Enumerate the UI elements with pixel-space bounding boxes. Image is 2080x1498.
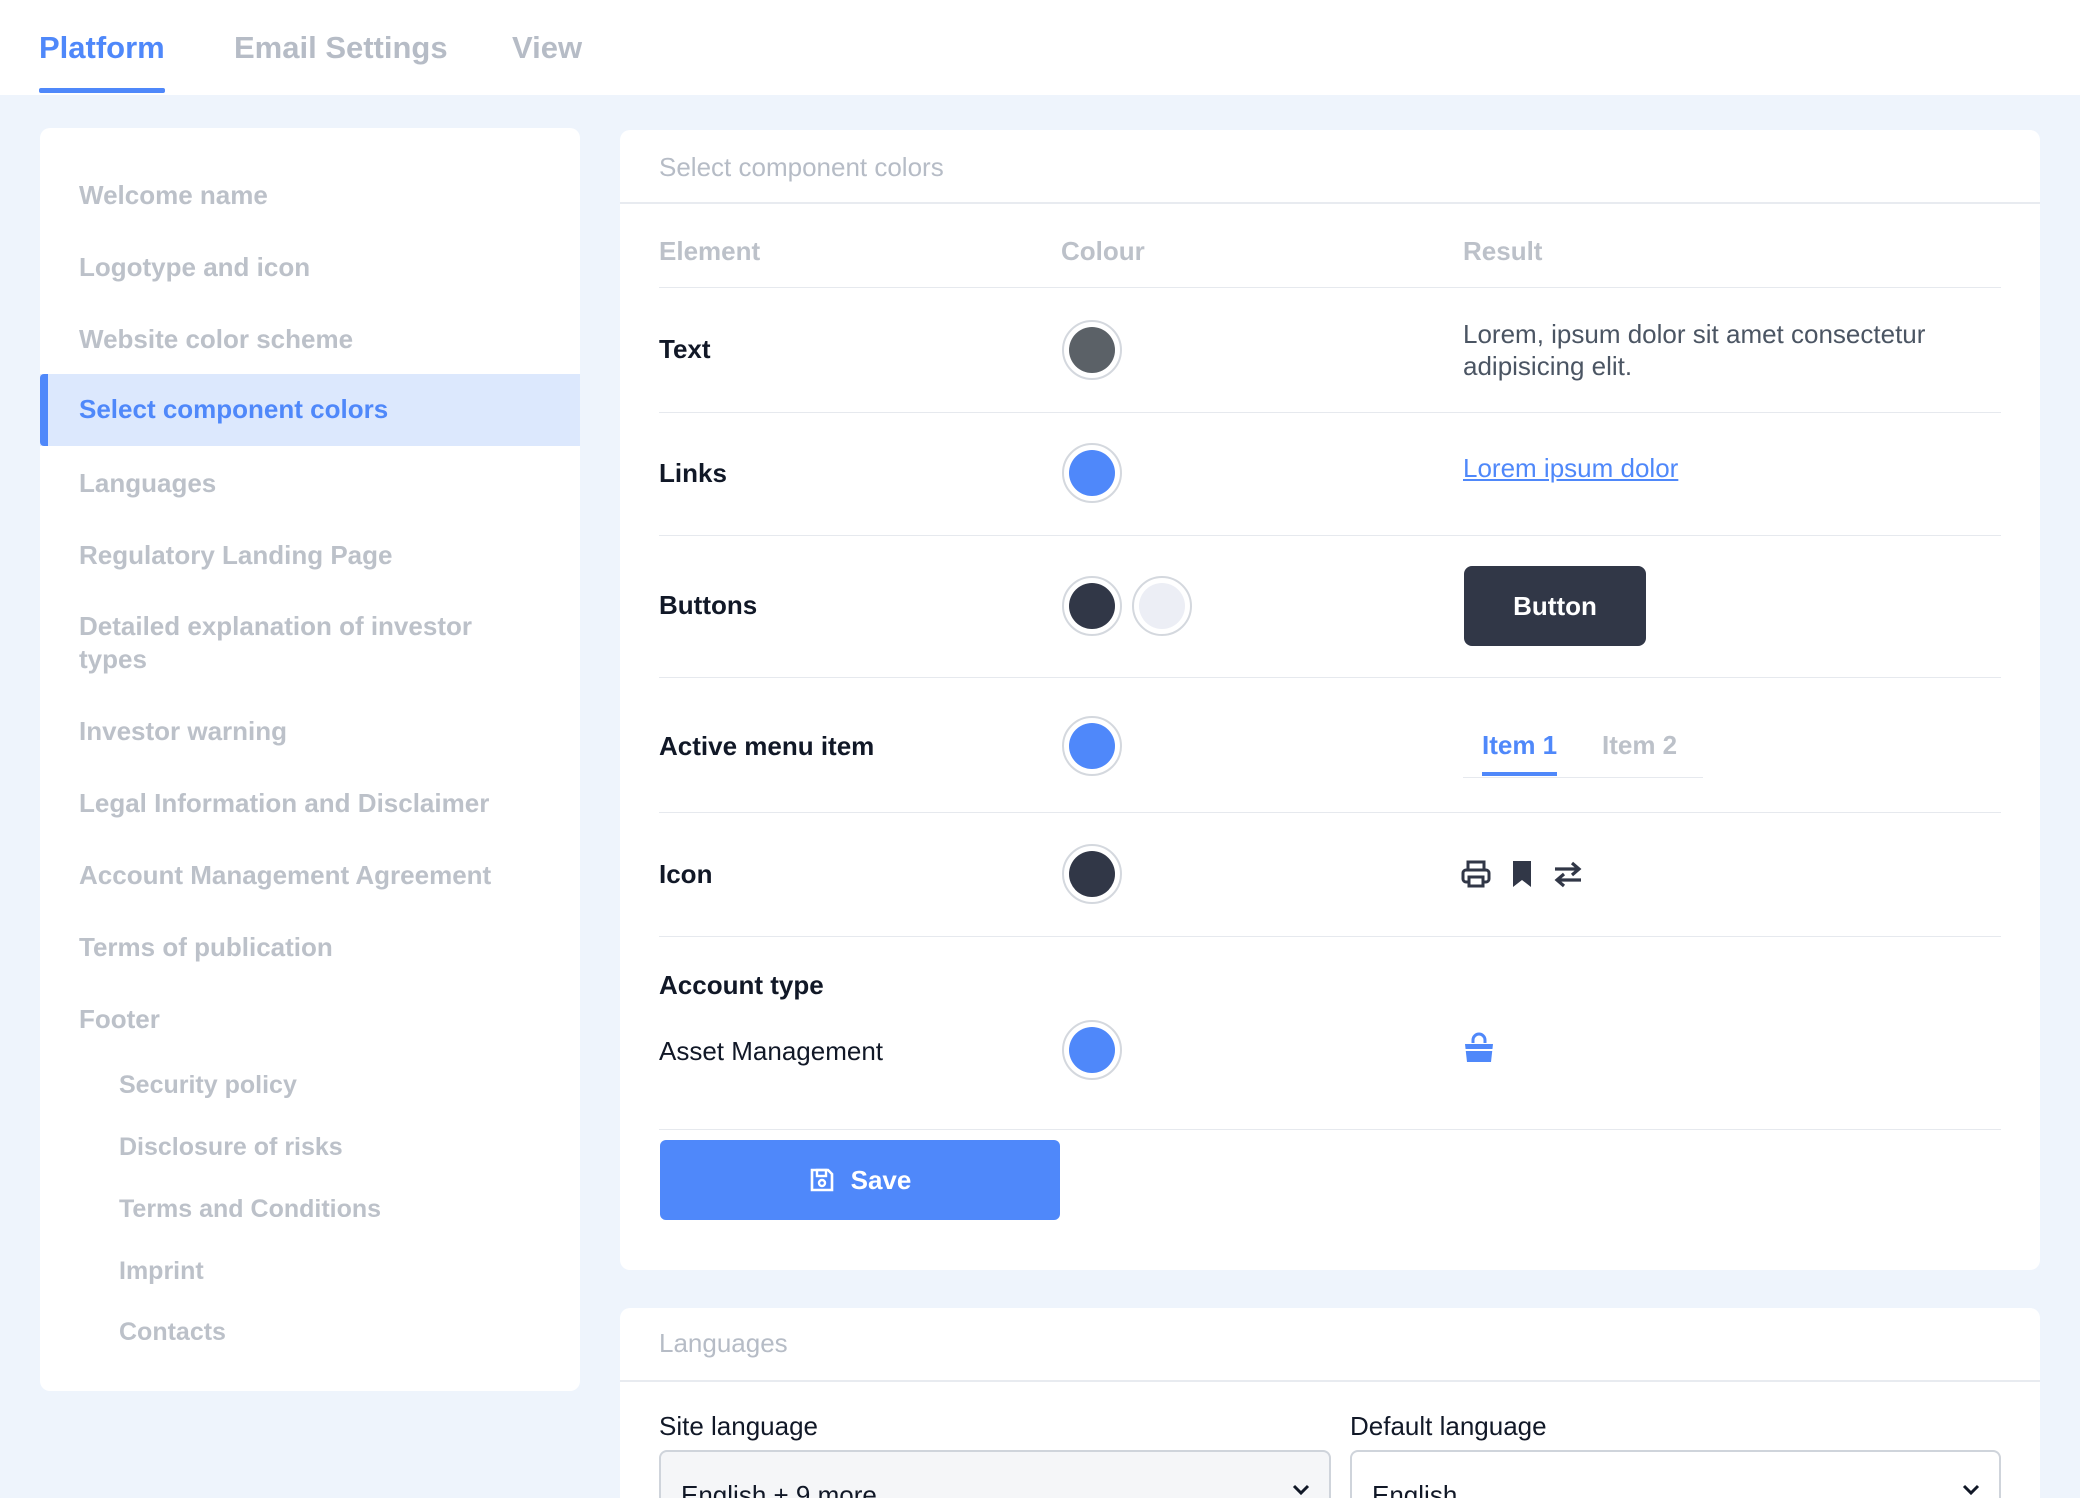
languages-card: Languages Site language English + 9 more… [620,1308,2040,1498]
card-divider [620,202,2040,204]
row-divider [659,535,2001,536]
sidebar-item-legal-information[interactable]: Legal Information and Disclaimer [79,787,560,820]
menu-item-label: Item 2 [1602,730,1678,760]
sidebar-item-investor-warning[interactable]: Investor warning [79,715,560,748]
swatch-fill [1139,583,1185,629]
row-label-active-menu-item: Active menu item [659,731,875,761]
swatch-fill [1069,851,1115,897]
tab-view[interactable]: View [512,30,582,66]
row-label-icon: Icon [659,859,713,889]
site-language-label: Site language [659,1411,819,1441]
top-tab-bar: Platform Email Settings View [0,0,2080,95]
menu-result-preview: Item 1 Item 2 [1463,718,1703,778]
column-header-colour: Colour [1061,236,1145,266]
button-secondary-color-swatch[interactable] [1132,576,1192,636]
row-divider [659,812,2001,813]
icon-color-swatch[interactable] [1062,844,1122,904]
row-divider [659,412,2001,413]
sidebar-item-languages[interactable]: Languages [79,467,560,500]
active-item-indicator [40,374,48,446]
printer-icon[interactable] [1460,858,1492,890]
settings-sidebar: Welcome name Logotype and icon Website c… [40,128,580,1391]
column-header-result: Result [1463,236,1543,266]
row-divider [659,936,2001,937]
sidebar-item-label: Select component colors [79,394,389,424]
default-language-value: English [1372,1480,1458,1498]
links-color-swatch[interactable] [1062,443,1122,503]
chevron-down-icon [1292,1484,1310,1496]
button-result-preview[interactable]: Button [1464,566,1646,646]
link-result-preview[interactable]: Lorem ipsum dolor [1463,453,1678,484]
swatch-fill [1069,327,1115,373]
save-icon [810,1168,833,1192]
default-language-label: Default language [1350,1411,1547,1441]
account-type-heading: Account type [659,970,824,1000]
swatch-fill [1069,1027,1115,1073]
shopping-bag-icon [1463,1032,1495,1064]
card-title: Languages [659,1328,788,1358]
row-divider [659,677,2001,678]
column-header-element: Element [659,236,761,266]
sidebar-item-contacts[interactable]: Contacts [119,1316,560,1349]
text-result-preview: Lorem, ipsum dolor sit amet consectetur … [1463,319,1926,381]
menu-item-1[interactable]: Item 1 [1482,730,1558,776]
menu-item-label: Item 1 [1482,730,1558,760]
sidebar-item-footer[interactable]: Footer [79,1003,560,1036]
sidebar-item-imprint[interactable]: Imprint [119,1255,560,1288]
button-primary-color-swatch[interactable] [1062,576,1122,636]
sidebar-item-terms-and-conditions[interactable]: Terms and Conditions [119,1193,560,1226]
sidebar-item-regulatory-landing-page[interactable]: Regulatory Landing Page [79,539,560,572]
row-label-buttons: Buttons [659,590,758,620]
sidebar-item-account-management-agreement[interactable]: Account Management Agreement [79,859,560,892]
active-menu-color-swatch[interactable] [1062,716,1122,776]
tab-platform[interactable]: Platform [39,30,165,93]
sidebar-item-welcome-name[interactable]: Welcome name [79,179,560,212]
bookmark-icon[interactable] [1506,858,1538,890]
sidebar-item-select-component-colors[interactable]: Select component colors [40,374,580,446]
asset-management-color-swatch[interactable] [1062,1020,1122,1080]
tab-view-label: View [512,30,583,65]
row-label-text: Text [659,334,711,364]
row-divider [659,287,2001,288]
swatch-fill [1069,583,1115,629]
swatch-fill [1069,723,1115,769]
exchange-icon[interactable] [1552,858,1584,890]
active-tab-indicator [39,88,165,93]
sidebar-item-investor-types[interactable]: Detailed explanation of investor types [79,610,519,676]
sidebar-item-security-policy[interactable]: Security policy [119,1069,560,1102]
tab-email-settings-label: Email Settings [234,30,448,65]
sidebar-item-website-color-scheme[interactable]: Website color scheme [79,323,560,356]
card-divider [620,1380,2040,1382]
active-menu-underline [1482,772,1558,776]
sidebar-item-disclosure-of-risks[interactable]: Disclosure of risks [119,1131,560,1164]
component-colors-card: Select component colors Element Colour R… [620,130,2040,1270]
card-title: Select component colors [659,152,944,182]
tab-platform-label: Platform [39,30,165,65]
swatch-fill [1069,450,1115,496]
row-divider [659,1129,2001,1130]
account-type-asset-management-label: Asset Management [659,1036,884,1066]
text-color-swatch[interactable] [1062,320,1122,380]
save-button-label: Save [850,1164,912,1195]
site-language-select[interactable]: English + 9 more [659,1450,1331,1498]
menu-item-2[interactable]: Item 2 [1602,730,1677,761]
sidebar-item-logotype-and-icon[interactable]: Logotype and icon [79,251,560,284]
tab-email-settings[interactable]: Email Settings [234,30,448,66]
chevron-down-icon [1962,1484,1980,1496]
site-language-value: English + 9 more [681,1480,877,1498]
sidebar-item-terms-of-publication[interactable]: Terms of publication [79,931,560,964]
row-label-links: Links [659,458,727,488]
save-button[interactable]: Save [660,1140,1060,1220]
default-language-select[interactable]: English [1350,1450,2001,1498]
